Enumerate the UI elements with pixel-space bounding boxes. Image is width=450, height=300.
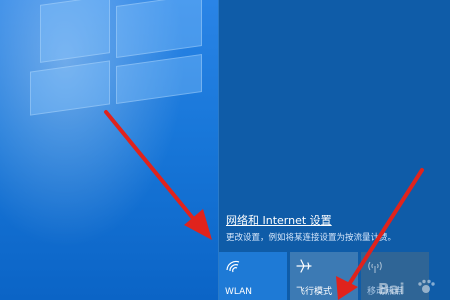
network-settings-description: 更改设置，例如将某连接设置为按流量计费。: [226, 233, 397, 243]
paw-icon: [418, 279, 435, 293]
airplane-icon: [296, 259, 312, 273]
wifi-icon: [226, 260, 240, 273]
airplane-mode-tile-label: 飞行模式: [296, 287, 333, 297]
airplane-mode-tile[interactable]: 飞行模式: [290, 252, 358, 300]
hotspot-icon: [368, 261, 382, 273]
desktop-wallpaper: [0, 0, 218, 300]
wlan-tile[interactable]: WLAN: [219, 252, 287, 300]
wlan-tile-label: WLAN: [225, 287, 253, 297]
action-center-panel: 网络和 Internet 设置 更改设置，例如将某连接设置为按流量计费。 WLA…: [218, 0, 450, 300]
baidu-watermark-logo: Bai: [378, 279, 435, 298]
windows-logo-pane: [40, 0, 110, 63]
network-settings-link[interactable]: 网络和 Internet 设置: [226, 212, 332, 228]
watermark-text: Bai: [378, 280, 405, 298]
